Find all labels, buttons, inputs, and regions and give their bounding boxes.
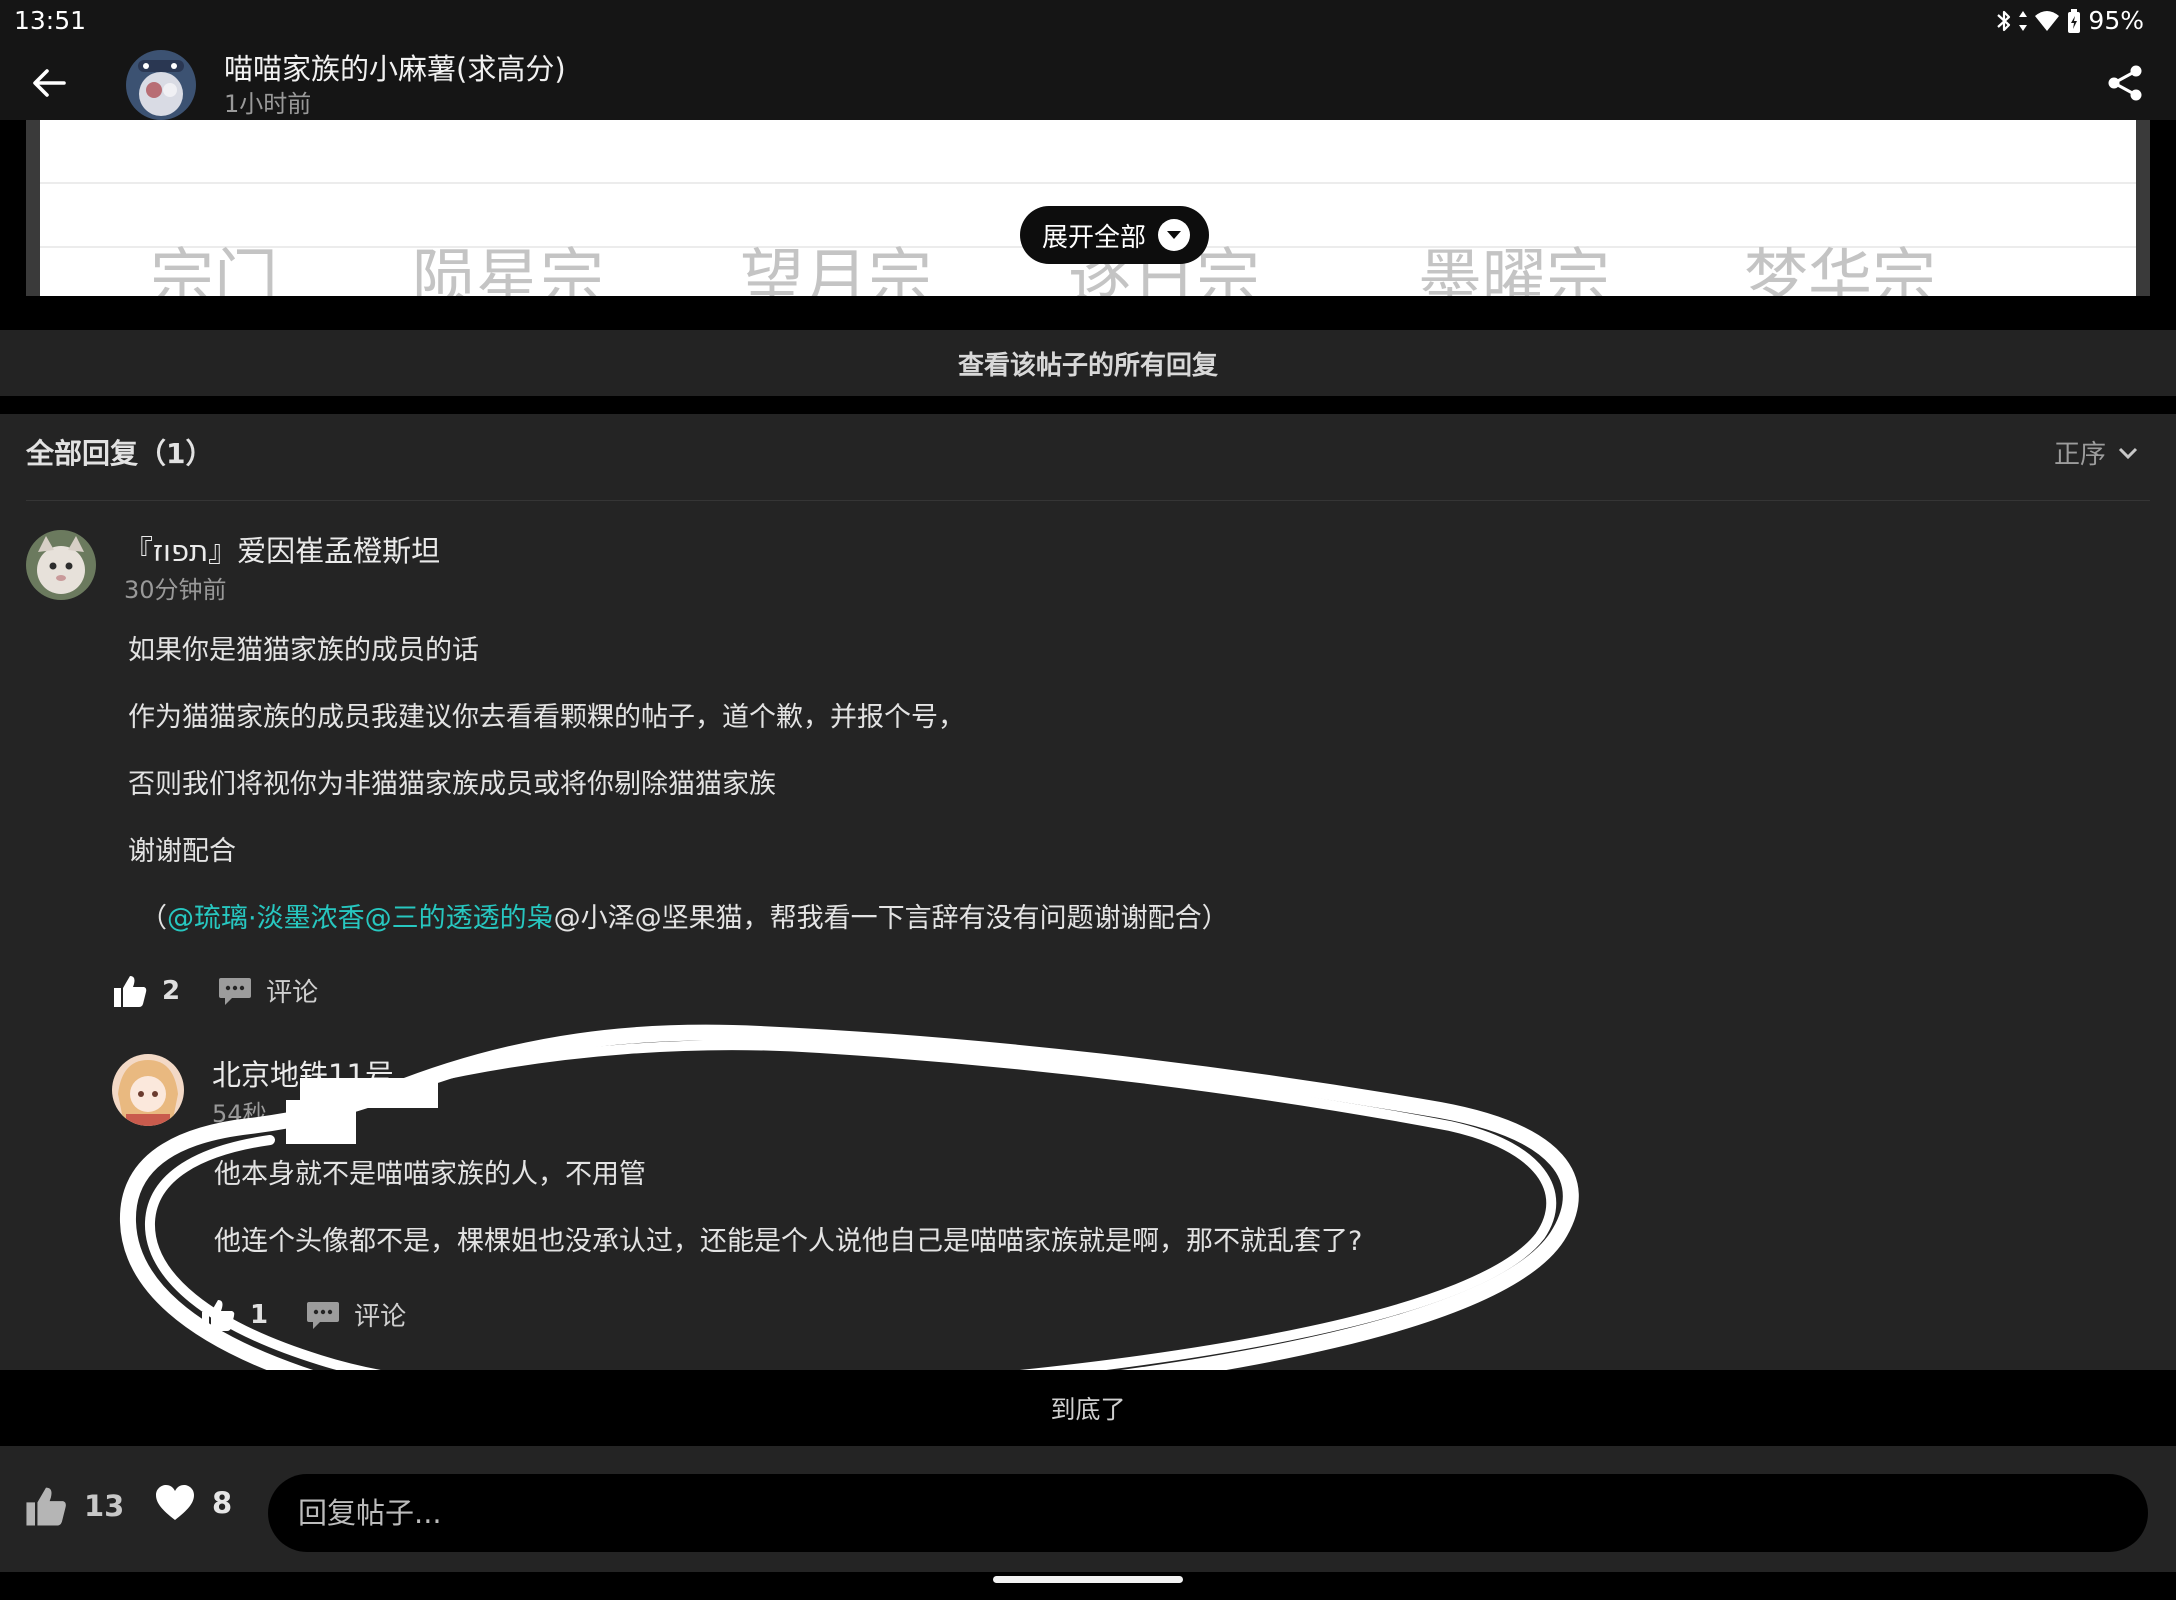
heart-icon [156, 1485, 194, 1520]
post-favorite-button[interactable]: 8 [154, 1484, 232, 1522]
replies-section: 全部回复（1） 正序 『תפוז』爱因崔孟橙斯坦 30分钟前 如果你是猫猫家族的… [0, 414, 2176, 1370]
sub-reply-like-count: 1 [250, 1299, 269, 1330]
mention-bracket: （ [140, 903, 167, 934]
comment-text: 谢谢配合 [128, 836, 236, 867]
share-icon [2108, 65, 2142, 101]
sub-reply-actions: 1 评论 [200, 1296, 406, 1333]
expand-all-button[interactable]: 展开全部 [1020, 206, 1209, 264]
comment-text: 作为猫猫家族的成员我建议你去看看颗粿的帖子，道个歉，并报个号， [128, 702, 965, 733]
battery-icon [2066, 8, 2082, 34]
sub-reply-comment-button[interactable]: 评论 [306, 1296, 406, 1333]
sect-name: 宗门 [150, 243, 278, 296]
reply-input[interactable] [268, 1474, 2148, 1552]
status-icons: 95% [1996, 6, 2144, 35]
home-indicator[interactable] [993, 1576, 1183, 1583]
sort-order-button[interactable]: 正序 [2054, 434, 2138, 471]
sub-reply-avatar[interactable] [112, 1054, 184, 1126]
sub-reply-time: 54秒 [212, 1100, 267, 1128]
thumbs-up-icon [202, 1299, 235, 1331]
replies-header: 全部回复（1） 正序 [0, 414, 2176, 500]
wifi-icon [2034, 10, 2060, 32]
sect-name: 梦华宗 [1744, 243, 1936, 296]
view-all-replies-button[interactable]: 查看该帖子的所有回复 [0, 330, 2176, 396]
post-like-count: 13 [84, 1489, 125, 1523]
comment-mentions: （@琉璃·淡墨浓香@三的透透的枭@小泽@坚果猫，帮我看一下言辞有没有问题谢谢配合… [140, 896, 1229, 935]
comment-reply-label: 评论 [266, 978, 319, 1008]
speech-bubble-icon [307, 1301, 340, 1329]
post-time: 1小时前 [224, 90, 312, 118]
end-of-list-indicator: 到底了 [0, 1370, 2176, 1446]
mention-link[interactable]: @琉璃·淡墨浓香@三的透透的枭 [167, 903, 554, 934]
bottom-action-bar: 13 8 [0, 1446, 2176, 1572]
bluetooth-icon [1996, 9, 2012, 33]
commenter-name[interactable]: 『תפוז』爱因崔孟橙斯坦 [124, 528, 440, 570]
comment-like-button[interactable]: 2 [112, 973, 180, 1009]
chevron-down-icon [2118, 447, 2138, 459]
post-title: 喵喵家族的小麻薯(求高分) [224, 52, 566, 86]
sub-reply-text: 他本身就不是喵喵家族的人，不用管 [214, 1159, 646, 1190]
arrow-left-icon [33, 69, 66, 97]
share-button[interactable] [2100, 58, 2150, 108]
author-avatar[interactable] [126, 50, 196, 120]
sub-reply-text: 他连个头像都不是，棵棵姐也没承认过，还能是个人说他自己是喵喵家族就是啊，那不就乱… [214, 1226, 1363, 1257]
comment-actions: 2 评论 [112, 972, 318, 1009]
comment-like-count: 2 [162, 975, 181, 1006]
chevron-down-circle-icon [1158, 219, 1191, 251]
thumbs-up-icon [114, 975, 147, 1007]
thumbs-up-icon [26, 1487, 66, 1526]
expand-all-label: 展开全部 [1042, 222, 1147, 253]
post-like-button[interactable]: 13 [24, 1484, 124, 1528]
sort-label: 正序 [2053, 440, 2106, 470]
comment-reply-button[interactable]: 评论 [218, 972, 318, 1009]
sub-reply-comment-label: 评论 [354, 1302, 407, 1332]
redaction-mark [286, 1100, 356, 1144]
comment-text: 否则我们将视你为非猫猫家族成员或将你剔除猫猫家族 [128, 769, 776, 800]
speech-bubble-icon [219, 977, 252, 1005]
comment-text: 如果你是猫猫家族的成员的话 [128, 635, 479, 666]
status-bar: 13:51 95% [0, 0, 2176, 44]
data-arrows-icon [2018, 9, 2028, 33]
divider [26, 500, 2150, 501]
sub-reply-like-button[interactable]: 1 [200, 1297, 268, 1333]
replies-title: 全部回复（1） [26, 437, 214, 470]
comment-time: 30分钟前 [124, 576, 227, 604]
mention-text: @小泽@坚果猫，帮我看一下言辞有没有问题谢谢配合） [553, 903, 1229, 934]
post-favorite-count: 8 [212, 1486, 233, 1520]
battery-level: 95% [2088, 6, 2144, 35]
sect-name: 墨曜宗 [1418, 243, 1610, 296]
navigation-bar [0, 1572, 2176, 1600]
back-button[interactable] [26, 60, 72, 106]
status-time: 13:51 [14, 6, 87, 35]
post-header: 喵喵家族的小麻薯(求高分) 1小时前 [0, 44, 2176, 120]
commenter-avatar[interactable] [26, 530, 96, 600]
sect-name: 陨星宗 [412, 243, 604, 296]
sect-name: 望月宗 [740, 243, 932, 296]
